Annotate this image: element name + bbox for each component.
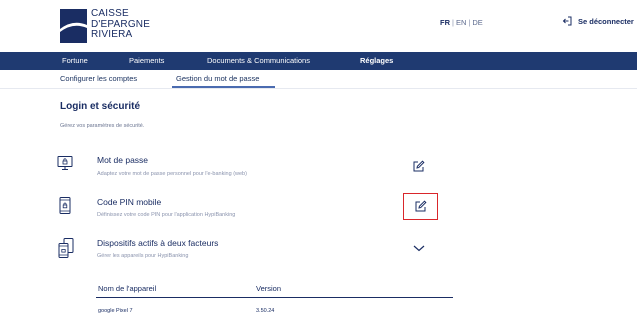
expand-devices-button[interactable] [412, 240, 426, 258]
edit-password-button[interactable] [412, 160, 426, 174]
setting-title-password[interactable]: Mot de passe [97, 155, 148, 165]
main-nav: Fortune Paiements Documents & Communicat… [0, 52, 637, 70]
table-header-device-name: Nom de l'appareil [98, 284, 157, 293]
table-header-divider [96, 297, 453, 298]
setting-desc-password: Adaptez votre mot de passe personnel pou… [97, 171, 247, 177]
mobile-pin-icon [56, 196, 74, 221]
tab-configurer-comptes[interactable]: Configurer les comptes [60, 74, 137, 83]
nav-reglages[interactable]: Réglages [360, 56, 393, 65]
setting-desc-devices: Gérer les appareils pour HypiBanking [97, 253, 189, 259]
setting-title-devices[interactable]: Dispositifs actifs à deux facteurs [97, 238, 218, 248]
language-en[interactable]: EN [456, 18, 466, 27]
logout-button[interactable]: Se déconnecter [562, 16, 634, 26]
device-version-cell: 3.50.24 [256, 308, 275, 314]
password-lock-icon [56, 154, 74, 177]
brand-name: CAISSE D'EPARGNE RIVIERA [91, 9, 150, 41]
header: CAISSE D'EPARGNE RIVIERA FR | EN | DE Se déc… [0, 0, 637, 52]
tab-gestion-mot-de-passe[interactable]: Gestion du mot de passe [176, 74, 259, 83]
subnav-divider [0, 88, 637, 89]
sub-nav: Configurer les comptes Gestion du mot de… [0, 70, 637, 88]
page-title: Login et sécurité [60, 101, 141, 112]
brand-line-3: RIVIERA [91, 29, 133, 40]
chevron-down-icon [413, 245, 425, 252]
devices-icon [56, 237, 76, 264]
language-separator: | [452, 18, 454, 27]
nav-documents[interactable]: Documents & Communications [207, 56, 310, 65]
setting-title-pin[interactable]: Code PIN mobile [97, 197, 161, 207]
setting-desc-pin: Définissez votre code PIN pour l'applica… [97, 212, 236, 218]
brand-logo[interactable]: CAISSE D'EPARGNE RIVIERA [60, 9, 150, 43]
device-name-cell: google Pixel 7 [98, 308, 133, 314]
language-de[interactable]: DE [472, 18, 482, 27]
edit-icon [415, 200, 427, 212]
language-switcher: FR | EN | DE [440, 18, 483, 27]
logout-label: Se déconnecter [578, 16, 634, 26]
table-header-version: Version [256, 284, 282, 293]
logout-icon [562, 16, 572, 26]
nav-fortune[interactable]: Fortune [62, 56, 88, 65]
brand-line-1: CAISSE [91, 8, 129, 19]
page-subtitle: Gérez vos paramètres de sécurité. [60, 123, 145, 129]
nav-paiements[interactable]: Paiements [129, 56, 164, 65]
edit-icon [413, 160, 425, 172]
language-fr[interactable]: FR [440, 18, 450, 27]
language-separator: | [468, 18, 471, 27]
logo-mark-icon [60, 9, 87, 43]
edit-pin-button[interactable] [403, 193, 438, 220]
